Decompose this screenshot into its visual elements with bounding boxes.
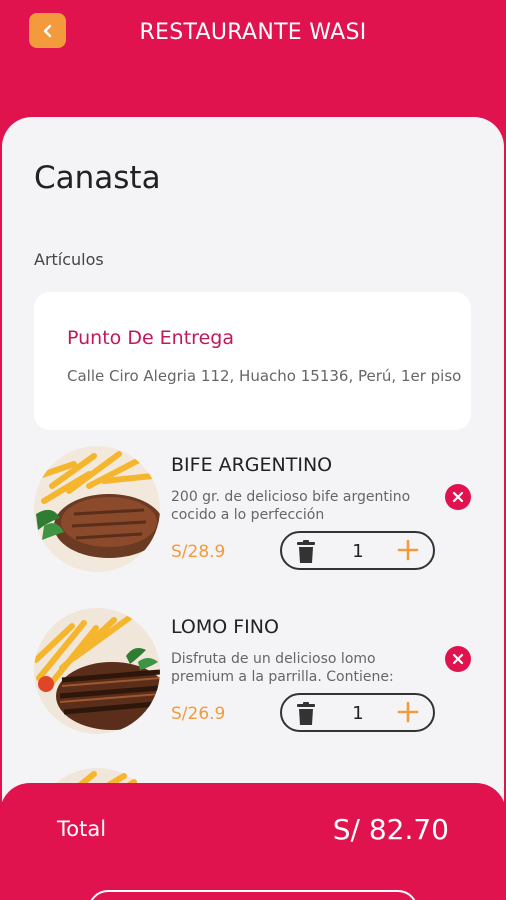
item-photo (34, 446, 160, 572)
delivery-address: Calle Ciro Alegria 112, Huacho 15136, Pe… (67, 367, 462, 385)
quantity-stepper: 1 (280, 531, 435, 570)
item-name: LOMO FINO (171, 616, 279, 638)
header-title: RESTAURANTE WASI (139, 20, 367, 45)
close-icon (452, 491, 464, 503)
plus-icon[interactable] (396, 538, 420, 562)
total-label: Total (57, 817, 107, 841)
trash-icon[interactable] (296, 540, 316, 564)
close-icon (452, 653, 464, 665)
quantity-value: 1 (352, 703, 364, 724)
page-title: Canasta (34, 160, 161, 196)
quantity-value: 1 (352, 541, 364, 562)
item-description: 200 gr. de delicioso bife argentino coci… (171, 489, 411, 523)
plus-icon[interactable] (396, 700, 420, 724)
cart-item: BIFE ARGENTINO 200 gr. de delicioso bife… (34, 446, 474, 576)
section-subtitle: Artículos (34, 250, 104, 269)
remove-item-button[interactable] (445, 484, 471, 510)
delivery-card[interactable]: Punto De Entrega Calle Ciro Alegria 112,… (34, 292, 471, 430)
item-price: S/26.9 (171, 704, 226, 724)
checkout-footer: Total S/ 82.70 (0, 783, 506, 900)
cart-item: LOMO FINO Disfruta de un delicioso lomo … (34, 608, 474, 738)
item-description: Disfruta de un delicioso lomo premium a … (171, 651, 394, 685)
item-price: S/28.9 (171, 542, 226, 562)
quantity-stepper: 1 (280, 693, 435, 732)
total-value: S/ 82.70 (332, 813, 449, 846)
item-name: BIFE ARGENTINO (171, 454, 333, 476)
checkout-button[interactable] (88, 890, 418, 900)
delivery-title: Punto De Entrega (67, 327, 234, 349)
remove-item-button[interactable] (445, 646, 471, 672)
trash-icon[interactable] (296, 702, 316, 726)
item-photo (34, 608, 160, 734)
